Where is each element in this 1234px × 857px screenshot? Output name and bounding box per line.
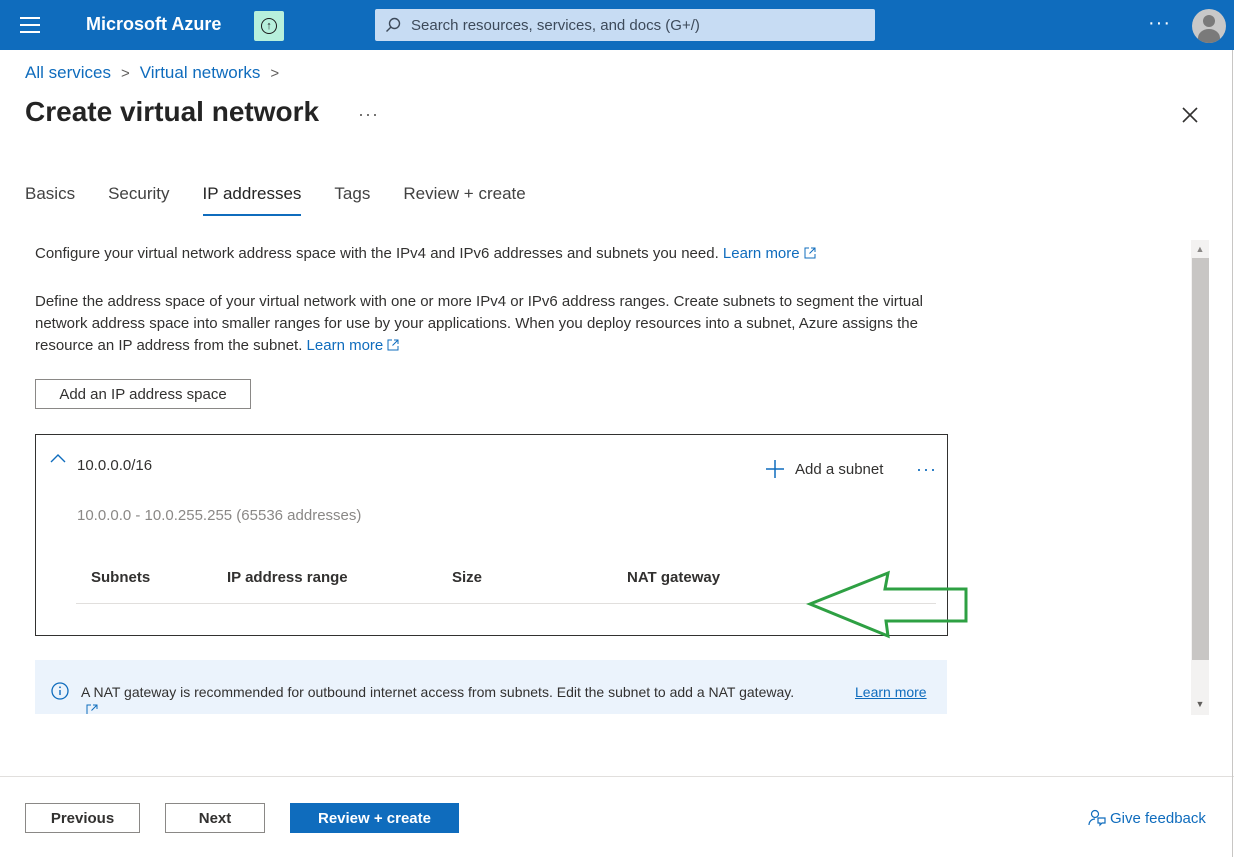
give-feedback-label: Give feedback — [1110, 809, 1206, 827]
chevron-right-icon: > — [270, 64, 280, 82]
upgrade-button[interactable]: ↑ — [254, 11, 284, 41]
more-options-icon[interactable]: ··· — [1148, 12, 1171, 35]
previous-button[interactable]: Previous — [25, 803, 140, 833]
top-bar: Microsoft Azure ↑ Search resources, serv… — [0, 0, 1234, 50]
global-search-input[interactable]: Search resources, services, and docs (G+… — [375, 9, 875, 41]
next-button[interactable]: Next — [165, 803, 265, 833]
page-more-icon[interactable]: ··· — [358, 104, 379, 125]
breadcrumb-virtual-networks[interactable]: Virtual networks — [140, 63, 261, 83]
address-space-cidr: 10.0.0.0/16 — [77, 457, 153, 474]
add-ip-address-space-button[interactable]: Add an IP address space — [35, 379, 251, 409]
search-icon — [386, 17, 401, 32]
search-placeholder: Search resources, services, and docs (G+… — [411, 16, 700, 34]
tab-basics[interactable]: Basics — [25, 184, 75, 216]
tab-bar: Basics Security IP addresses Tags Review… — [25, 184, 559, 216]
column-header-size[interactable]: Size — [452, 569, 482, 586]
footer-divider — [0, 776, 1234, 777]
description-text-body: Define the address space of your virtual… — [35, 293, 923, 354]
window-border — [1232, 50, 1233, 857]
column-header-ip-range[interactable]: IP address range — [227, 569, 348, 586]
give-feedback-link[interactable]: Give feedback — [1088, 809, 1206, 827]
breadcrumb-all-services[interactable]: All services — [25, 63, 111, 83]
plus-icon — [766, 460, 784, 478]
tab-tags[interactable]: Tags — [334, 184, 370, 216]
avatar[interactable] — [1192, 9, 1226, 43]
intro-text-body: Configure your virtual network address s… — [35, 245, 719, 262]
chevron-up-icon[interactable] — [50, 453, 66, 463]
address-space-range: 10.0.0.0 - 10.0.255.255 (65536 addresses… — [77, 507, 362, 524]
address-space-more-icon[interactable]: ··· — [916, 459, 937, 480]
scroll-down-icon[interactable]: ▼ — [1191, 696, 1209, 712]
column-header-nat-gateway[interactable]: NAT gateway — [627, 569, 720, 586]
column-header-subnets[interactable]: Subnets — [91, 569, 150, 586]
tab-review-create[interactable]: Review + create — [403, 184, 525, 216]
page-title: Create virtual network — [25, 96, 320, 127]
scroll-up-icon[interactable]: ▲ — [1191, 242, 1209, 256]
add-subnet-label: Add a subnet — [795, 460, 884, 478]
tab-security[interactable]: Security — [108, 184, 169, 216]
scrollbar-thumb[interactable] — [1192, 258, 1209, 660]
chevron-right-icon: > — [120, 64, 130, 82]
arrow-up-circle-icon: ↑ — [261, 18, 277, 34]
intro-learn-more-link[interactable]: Learn more — [723, 245, 800, 262]
external-link-icon — [387, 339, 399, 351]
close-icon[interactable] — [1178, 103, 1202, 127]
info-banner-text: A NAT gateway is recommended for outboun… — [81, 684, 795, 700]
tab-ip-addresses[interactable]: IP addresses — [202, 184, 301, 216]
annotation-arrow-icon — [806, 570, 968, 639]
brand-title[interactable]: Microsoft Azure — [86, 14, 221, 35]
info-icon — [51, 682, 69, 700]
intro-text: Configure your virtual network address s… — [35, 244, 935, 264]
add-subnet-button[interactable]: Add a subnet — [765, 459, 883, 479]
description-text: Define the address space of your virtual… — [35, 291, 950, 357]
description-learn-more-link[interactable]: Learn more — [307, 337, 384, 354]
external-link-icon — [86, 704, 98, 714]
external-link-icon — [804, 247, 816, 259]
hamburger-menu-icon[interactable] — [20, 17, 40, 33]
nat-info-banner: A NAT gateway is recommended for outboun… — [35, 660, 947, 714]
info-learn-more-link[interactable]: Learn more — [855, 684, 927, 700]
vertical-scrollbar[interactable]: ▲ ▼ — [1191, 240, 1209, 715]
breadcrumb: All services > Virtual networks > — [25, 63, 289, 83]
feedback-icon — [1088, 809, 1106, 827]
review-create-button[interactable]: Review + create — [290, 803, 459, 833]
